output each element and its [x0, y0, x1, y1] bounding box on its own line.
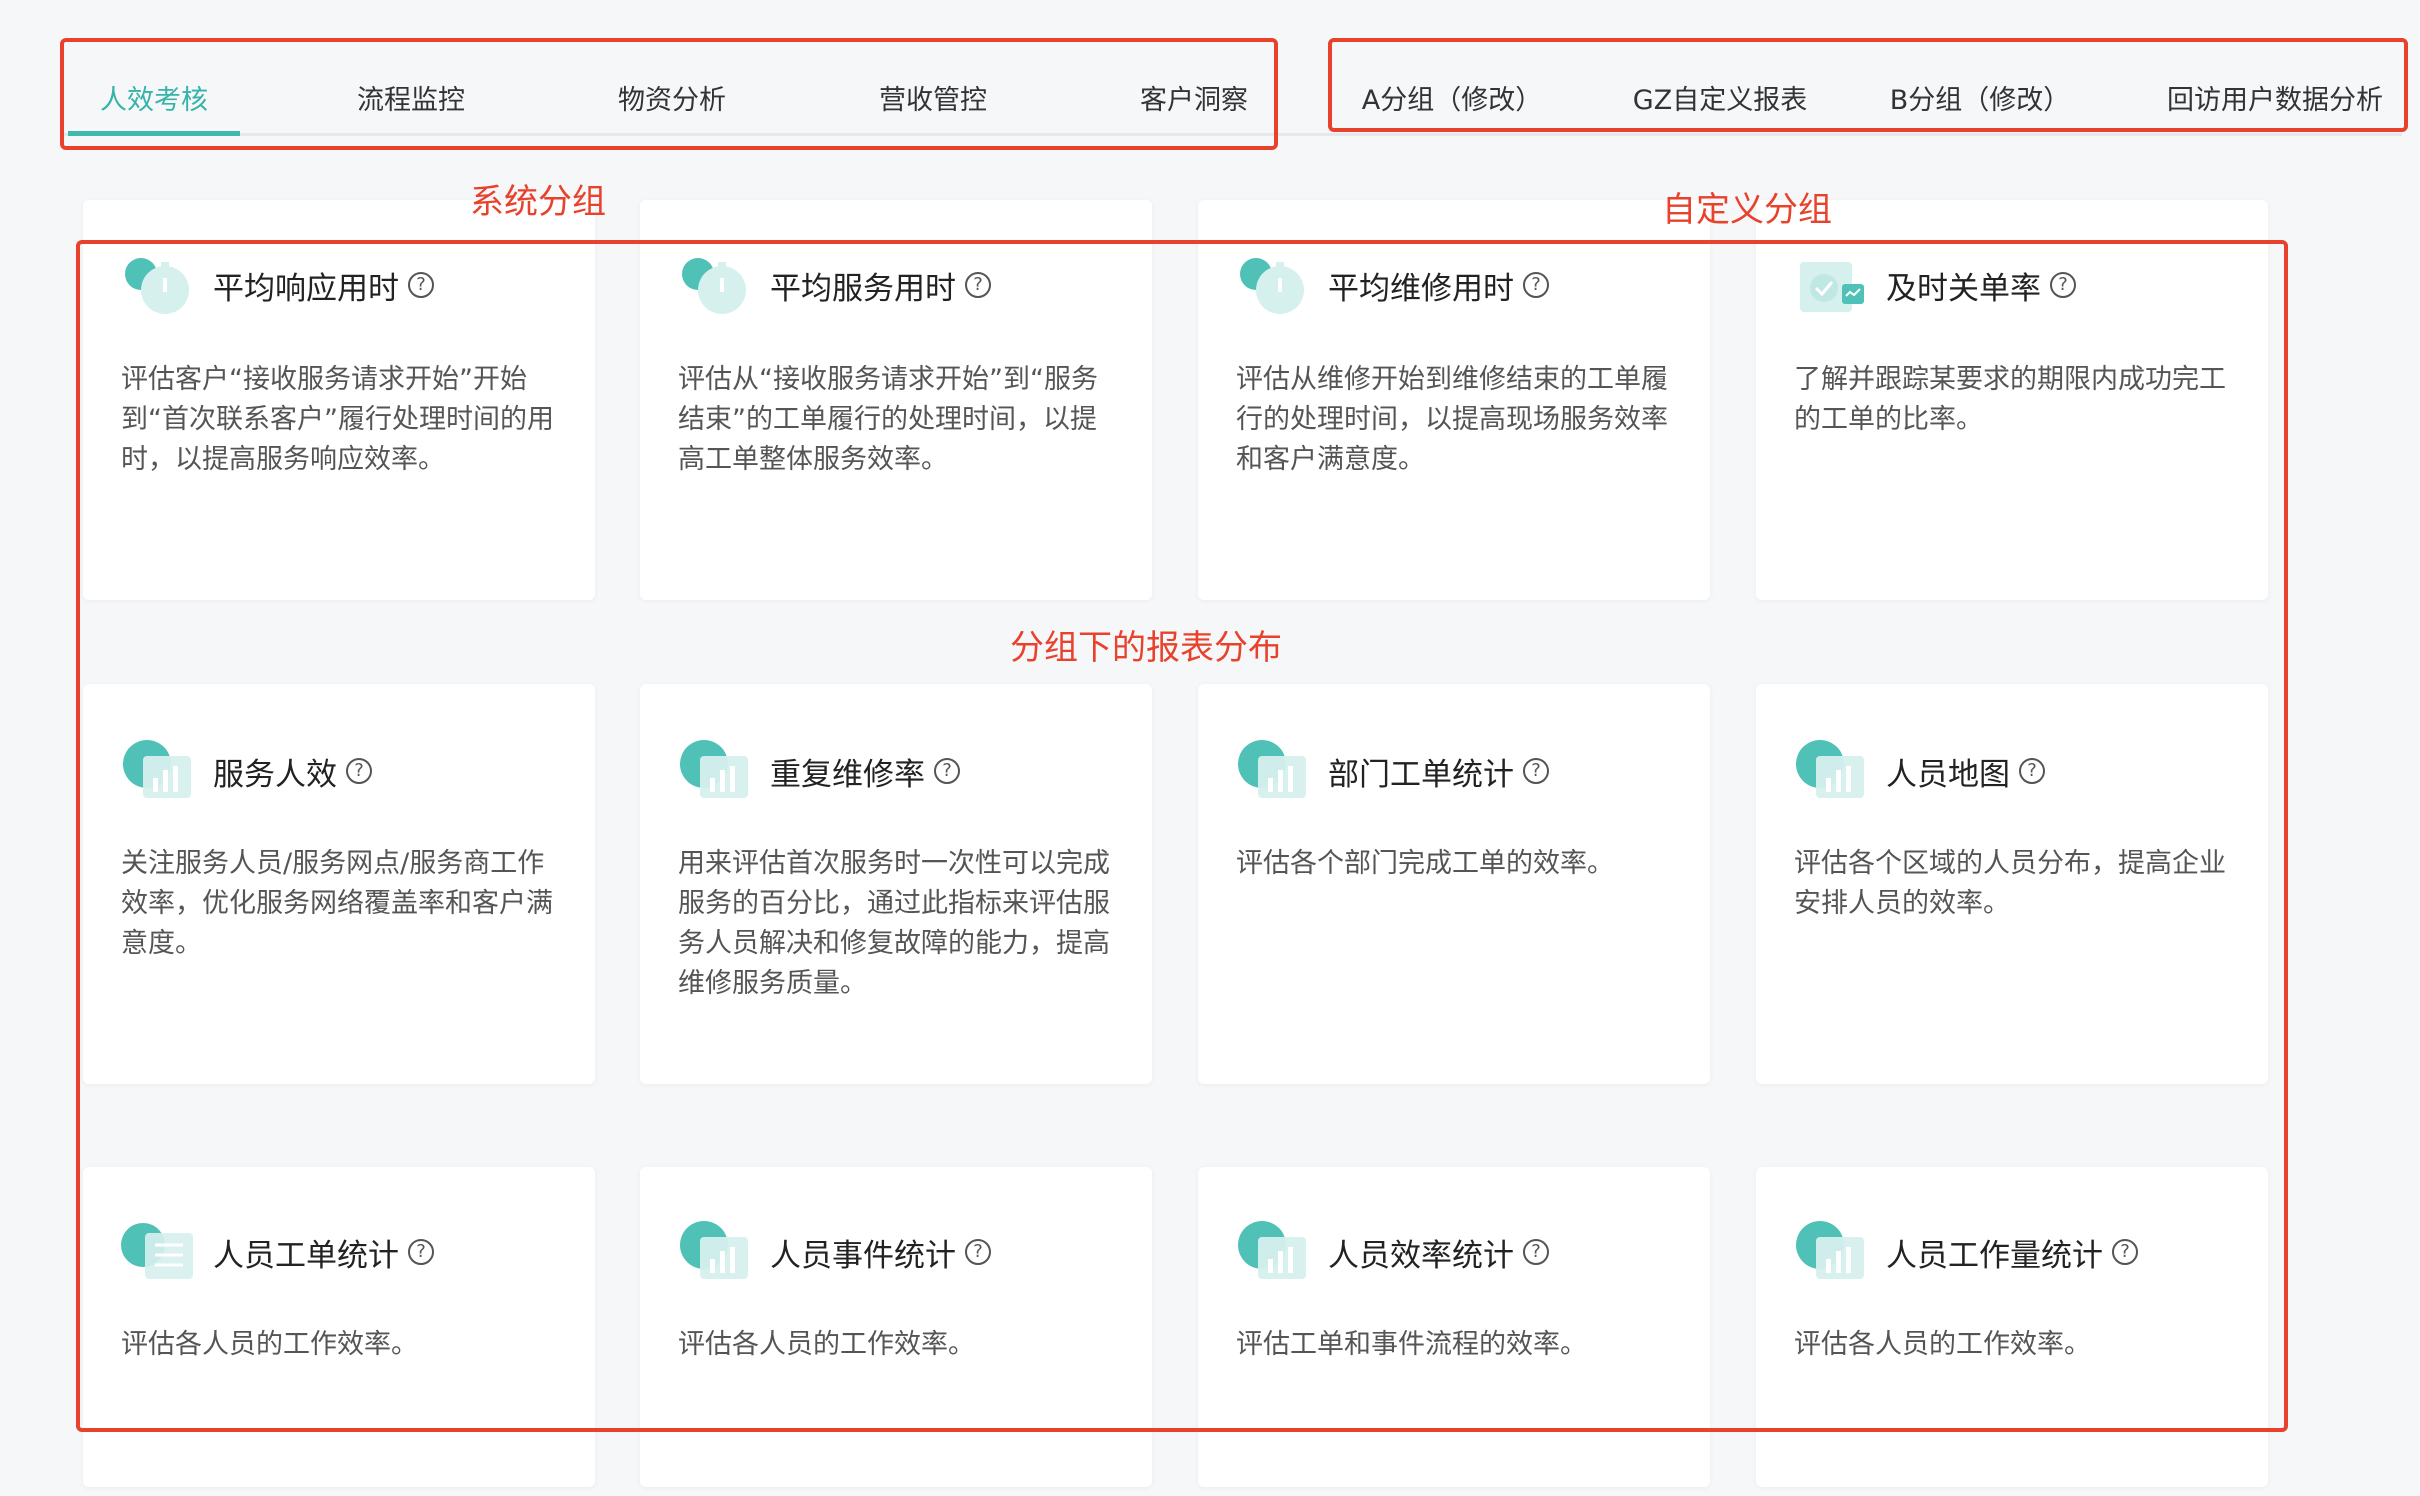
- report-card-description: 评估工单和事件流程的效率。: [1236, 1329, 1587, 1360]
- tab-custom-3[interactable]: B分组（修改）: [1880, 60, 2080, 134]
- report-card-title: 人员效率统计: [1328, 1237, 1514, 1274]
- report-card-description: 了解并跟踪某要求的期限内成功完工的工单的比率。: [1794, 364, 2226, 435]
- report-card-description: 评估客户“接收服务请求开始”开始到“首次联系客户”履行处理时间的用时，以提高服务…: [121, 364, 554, 475]
- report-card-title: 及时关单率: [1886, 270, 2041, 307]
- tab-custom-2[interactable]: GZ自定义报表: [1620, 60, 1820, 134]
- active-tab-indicator: [68, 131, 240, 136]
- report-card-title: 服务人效: [213, 756, 337, 793]
- report-center-page: 人效考核 流程监控 物资分析 营收管控 客户洞察 A分组（修改） GZ自定义报表…: [0, 0, 2420, 1496]
- report-card[interactable]: 人员事件统计 ? 评估各人员的工作效率。: [640, 1167, 1152, 1487]
- report-card[interactable]: 及时关单率 ? 了解并跟踪某要求的期限内成功完工的工单的比率。: [1756, 200, 2268, 600]
- report-card-header: 平均响应用时 ?: [121, 250, 434, 320]
- help-icon[interactable]: ?: [2050, 272, 2076, 298]
- help-icon[interactable]: ?: [408, 272, 434, 298]
- report-card-header: 重复维修率 ?: [678, 736, 960, 806]
- help-icon[interactable]: ?: [1523, 758, 1549, 784]
- report-card-title: 重复维修率: [770, 756, 925, 793]
- help-icon[interactable]: ?: [2019, 758, 2045, 784]
- report-card[interactable]: 平均服务用时 ? 评估从“接收服务请求开始”到“服务结束”的工单履行的处理时间，…: [640, 200, 1152, 600]
- map-person-icon: [1794, 736, 1870, 806]
- report-card[interactable]: 重复维修率 ? 用来评估首次服务时一次性可以完成服务的百分比，通过此指标来评估服…: [640, 684, 1152, 1084]
- tab-system-2[interactable]: 流程监控: [325, 60, 497, 134]
- report-card-description: 评估各个部门完成工单的效率。: [1236, 848, 1614, 879]
- report-card[interactable]: 人员效率统计 ? 评估工单和事件流程的效率。: [1198, 1167, 1710, 1487]
- report-card-header: 平均服务用时 ?: [678, 250, 991, 320]
- report-card-header: 人员地图 ?: [1794, 736, 2045, 806]
- report-card-description: 评估从维修开始到维修结束的工单履行的处理时间，以提高现场服务效率和客户满意度。: [1236, 364, 1668, 475]
- list-icon: [121, 1217, 197, 1287]
- report-card-header: 人员效率统计 ?: [1236, 1217, 1549, 1287]
- help-icon[interactable]: ?: [1523, 1239, 1549, 1265]
- report-card-description: 评估各人员的工作效率。: [121, 1329, 418, 1360]
- reports-annotation-label: 分组下的报表分布: [1010, 628, 1282, 668]
- report-card-title: 人员工单统计: [213, 1237, 399, 1274]
- clock-wrench-icon: [1236, 250, 1312, 320]
- report-card[interactable]: 部门工单统计 ? 评估各个部门完成工单的效率。: [1198, 684, 1710, 1084]
- report-card-title: 人员工作量统计: [1886, 1237, 2103, 1274]
- tab-system-4[interactable]: 营收管控: [847, 60, 1019, 134]
- help-icon[interactable]: ?: [934, 758, 960, 784]
- report-card-header: 人员事件统计 ?: [678, 1217, 991, 1287]
- report-card-description: 评估各个区域的人员分布，提高企业安排人员的效率。: [1794, 848, 2226, 919]
- report-card-header: 服务人效 ?: [121, 736, 372, 806]
- tab-system-3[interactable]: 物资分析: [586, 60, 758, 134]
- system-group-annotation-label: 系统分组: [470, 182, 606, 222]
- bar-chart-icon: [1236, 1217, 1312, 1287]
- bar-chart-icon: [1794, 1217, 1870, 1287]
- help-icon[interactable]: ?: [965, 1239, 991, 1265]
- report-card-title: 平均服务用时: [770, 270, 956, 307]
- tab-system-5[interactable]: 客户洞察: [1108, 60, 1280, 134]
- help-icon[interactable]: ?: [2112, 1239, 2138, 1265]
- help-icon[interactable]: ?: [346, 758, 372, 784]
- bar-chart-icon: [678, 1217, 754, 1287]
- report-card-description: 评估各人员的工作效率。: [1794, 1329, 2091, 1360]
- bar-chart-icon: [1236, 736, 1312, 806]
- report-card[interactable]: 人员工单统计 ? 评估各人员的工作效率。: [83, 1167, 595, 1487]
- report-card-title: 人员地图: [1886, 756, 2010, 793]
- report-card-description: 关注服务人员/服务网点/服务商工作效率，优化服务网络覆盖率和客户满意度。: [121, 848, 553, 959]
- help-icon[interactable]: ?: [965, 272, 991, 298]
- clipboard-check-icon: [1794, 250, 1870, 320]
- report-card[interactable]: 人员工作量统计 ? 评估各人员的工作效率。: [1756, 1167, 2268, 1487]
- report-card-description: 用来评估首次服务时一次性可以完成服务的百分比，通过此指标来评估服务人员解决和修复…: [678, 848, 1110, 999]
- tab-system-1[interactable]: 人效考核: [68, 60, 240, 134]
- report-card[interactable]: 平均响应用时 ? 评估客户“接收服务请求开始”开始到“首次联系客户”履行处理时间…: [83, 200, 595, 600]
- tab-custom-1[interactable]: A分组（修改）: [1352, 60, 1552, 134]
- report-card-description: 评估从“接收服务请求开始”到“服务结束”的工单履行的处理时间，以提高工单整体服务…: [678, 364, 1098, 475]
- report-card-title: 部门工单统计: [1328, 756, 1514, 793]
- report-card-title: 人员事件统计: [770, 1237, 956, 1274]
- report-card[interactable]: 服务人效 ? 关注服务人员/服务网点/服务商工作效率，优化服务网络覆盖率和客户满…: [83, 684, 595, 1084]
- person-chart-icon: [121, 736, 197, 806]
- clock-person-icon: [121, 250, 197, 320]
- report-card-header: 人员工单统计 ?: [121, 1217, 434, 1287]
- report-card-header: 人员工作量统计 ?: [1794, 1217, 2138, 1287]
- report-card-title: 平均维修用时: [1328, 270, 1514, 307]
- report-card[interactable]: 人员地图 ? 评估各个区域的人员分布，提高企业安排人员的效率。: [1756, 684, 2268, 1084]
- help-icon[interactable]: ?: [1523, 272, 1549, 298]
- repeat-chart-icon: [678, 736, 754, 806]
- report-card[interactable]: 平均维修用时 ? 评估从维修开始到维修结束的工单履行的处理时间，以提高现场服务效…: [1198, 200, 1710, 600]
- clock-worker-icon: [678, 250, 754, 320]
- report-card-title: 平均响应用时: [213, 270, 399, 307]
- report-card-header: 及时关单率 ?: [1794, 250, 2076, 320]
- help-icon[interactable]: ?: [408, 1239, 434, 1265]
- report-card-description: 评估各人员的工作效率。: [678, 1329, 975, 1360]
- report-card-header: 平均维修用时 ?: [1236, 250, 1549, 320]
- tab-custom-4[interactable]: 回访用户数据分析: [2150, 60, 2400, 134]
- custom-group-annotation-label: 自定义分组: [1662, 190, 1832, 230]
- report-card-header: 部门工单统计 ?: [1236, 736, 1549, 806]
